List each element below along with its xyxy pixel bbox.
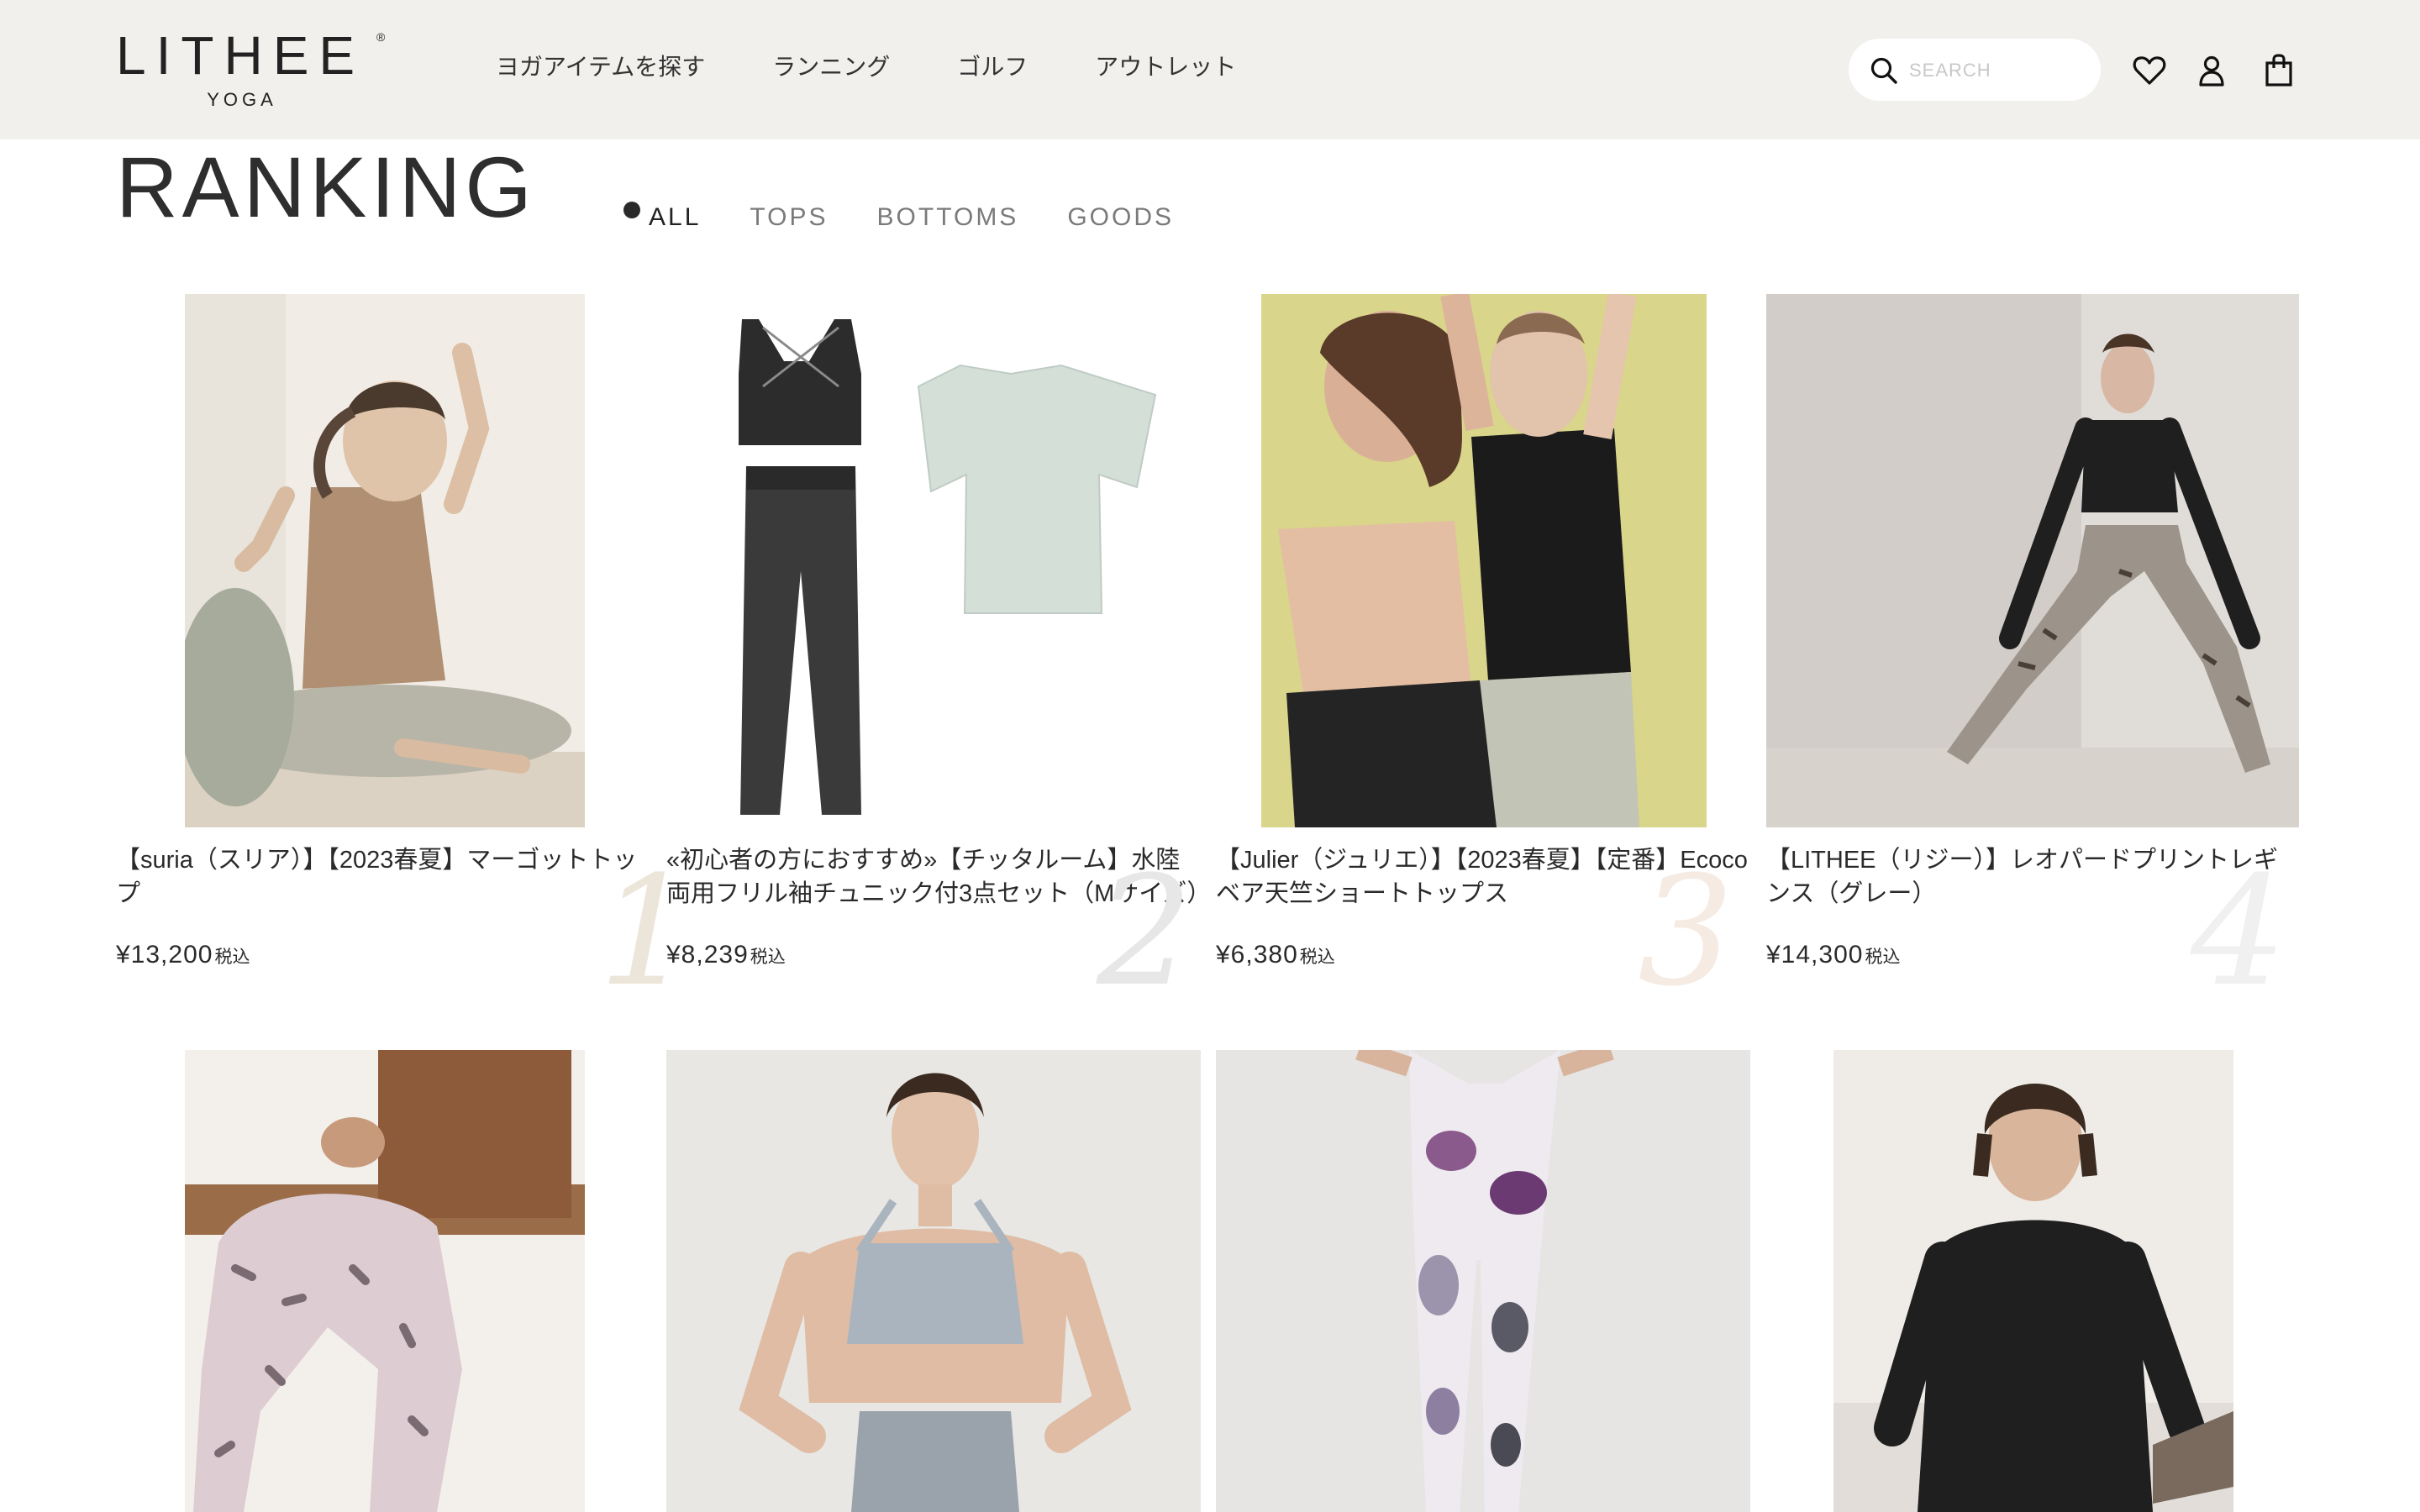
tax-label: 税込: [214, 948, 250, 967]
product-image[interactable]: [666, 1050, 1201, 1512]
rank-number: 4: [2191, 844, 2287, 1020]
price-value: ¥13,200: [116, 941, 213, 969]
nav-item-yoga-items[interactable]: ヨガアイテムを探す: [496, 50, 705, 84]
user-icon[interactable]: [2193, 52, 2230, 89]
tax-label: 税込: [1865, 948, 1901, 967]
product-image[interactable]: [1261, 294, 1707, 827]
product-card-2[interactable]: «初心者の方におすすめ»【チッタルーム】水陸両用フリル袖チュニック付3点セット（…: [666, 294, 1211, 1050]
product-card-3[interactable]: 【Julier（ジュリエ）】【2023春夏】【定番】Ecocoベア天竺ショートト…: [1216, 294, 1754, 1050]
price-value: ¥6,380: [1216, 941, 1298, 969]
product-card-1[interactable]: 【suria（スリア）】【2023春夏】マーゴットトップ ¥13,200税込 1: [116, 294, 695, 1050]
nav-item-golf[interactable]: ゴルフ: [957, 50, 1028, 84]
product-price: ¥14,300税込: [1766, 941, 1900, 969]
tax-label: 税込: [1299, 948, 1335, 967]
rank-number: 3: [1638, 844, 1734, 1020]
product-card-7[interactable]: [1216, 1050, 1754, 1512]
product-name[interactable]: 【suria（スリア）】【2023春夏】マーゴットトップ: [116, 843, 650, 911]
product-price: ¥8,239税込: [666, 941, 786, 969]
product-card-8[interactable]: [1766, 1050, 2304, 1512]
price-value: ¥8,239: [666, 941, 749, 969]
nav-item-outlet[interactable]: アウトレット: [1095, 50, 1236, 84]
tab-tops[interactable]: TOPS: [750, 202, 828, 234]
price-value: ¥14,300: [1766, 941, 1864, 969]
product-price: ¥6,380税込: [1216, 941, 1335, 969]
product-card-5[interactable]: [116, 1050, 654, 1512]
rank-number: 2: [1097, 844, 1193, 1020]
category-tabs: ALL TOPS BOTTOMS GOODS: [623, 202, 1174, 234]
active-tab-indicator: [623, 202, 640, 218]
product-image[interactable]: [185, 294, 585, 827]
main-nav: ヨガアイテムを探す ランニング ゴルフ アウトレット: [496, 50, 1236, 84]
tab-all-label: ALL: [649, 203, 702, 231]
search-icon[interactable]: [1869, 55, 1899, 86]
product-image[interactable]: [1766, 294, 2299, 827]
tax-label: 税込: [750, 948, 786, 967]
logo-wordmark: LITHEE: [116, 25, 366, 86]
logo-registered-mark: ®: [376, 30, 386, 44]
product-card-6[interactable]: [666, 1050, 1204, 1512]
search-input[interactable]: [1907, 54, 2087, 87]
logo-subtitle: YOGA: [207, 89, 277, 110]
product-image[interactable]: [666, 294, 1201, 827]
page-title: RANKING: [116, 139, 536, 235]
site-logo[interactable]: LITHEE ® YOGA: [116, 29, 393, 113]
product-image[interactable]: [1216, 1050, 1750, 1512]
product-image[interactable]: [1833, 1050, 2233, 1512]
product-price: ¥13,200税込: [116, 941, 250, 969]
product-card-4[interactable]: 【LITHEE（リジー）】レオパードプリントレギンス（グレー） ¥14,300税…: [1766, 294, 2304, 1050]
tab-all[interactable]: ALL: [623, 202, 702, 234]
site-header: LITHEE ® YOGA ヨガアイテムを探す ランニング ゴルフ アウトレット: [0, 0, 2420, 139]
search-box[interactable]: [1849, 39, 2101, 101]
heart-icon[interactable]: [2131, 52, 2168, 89]
product-image[interactable]: [185, 1050, 585, 1512]
shopping-bag-icon[interactable]: [2260, 52, 2297, 89]
nav-item-running[interactable]: ランニング: [772, 50, 890, 84]
tab-goods[interactable]: GOODS: [1067, 202, 1174, 234]
tab-bottoms[interactable]: BOTTOMS: [877, 202, 1019, 234]
